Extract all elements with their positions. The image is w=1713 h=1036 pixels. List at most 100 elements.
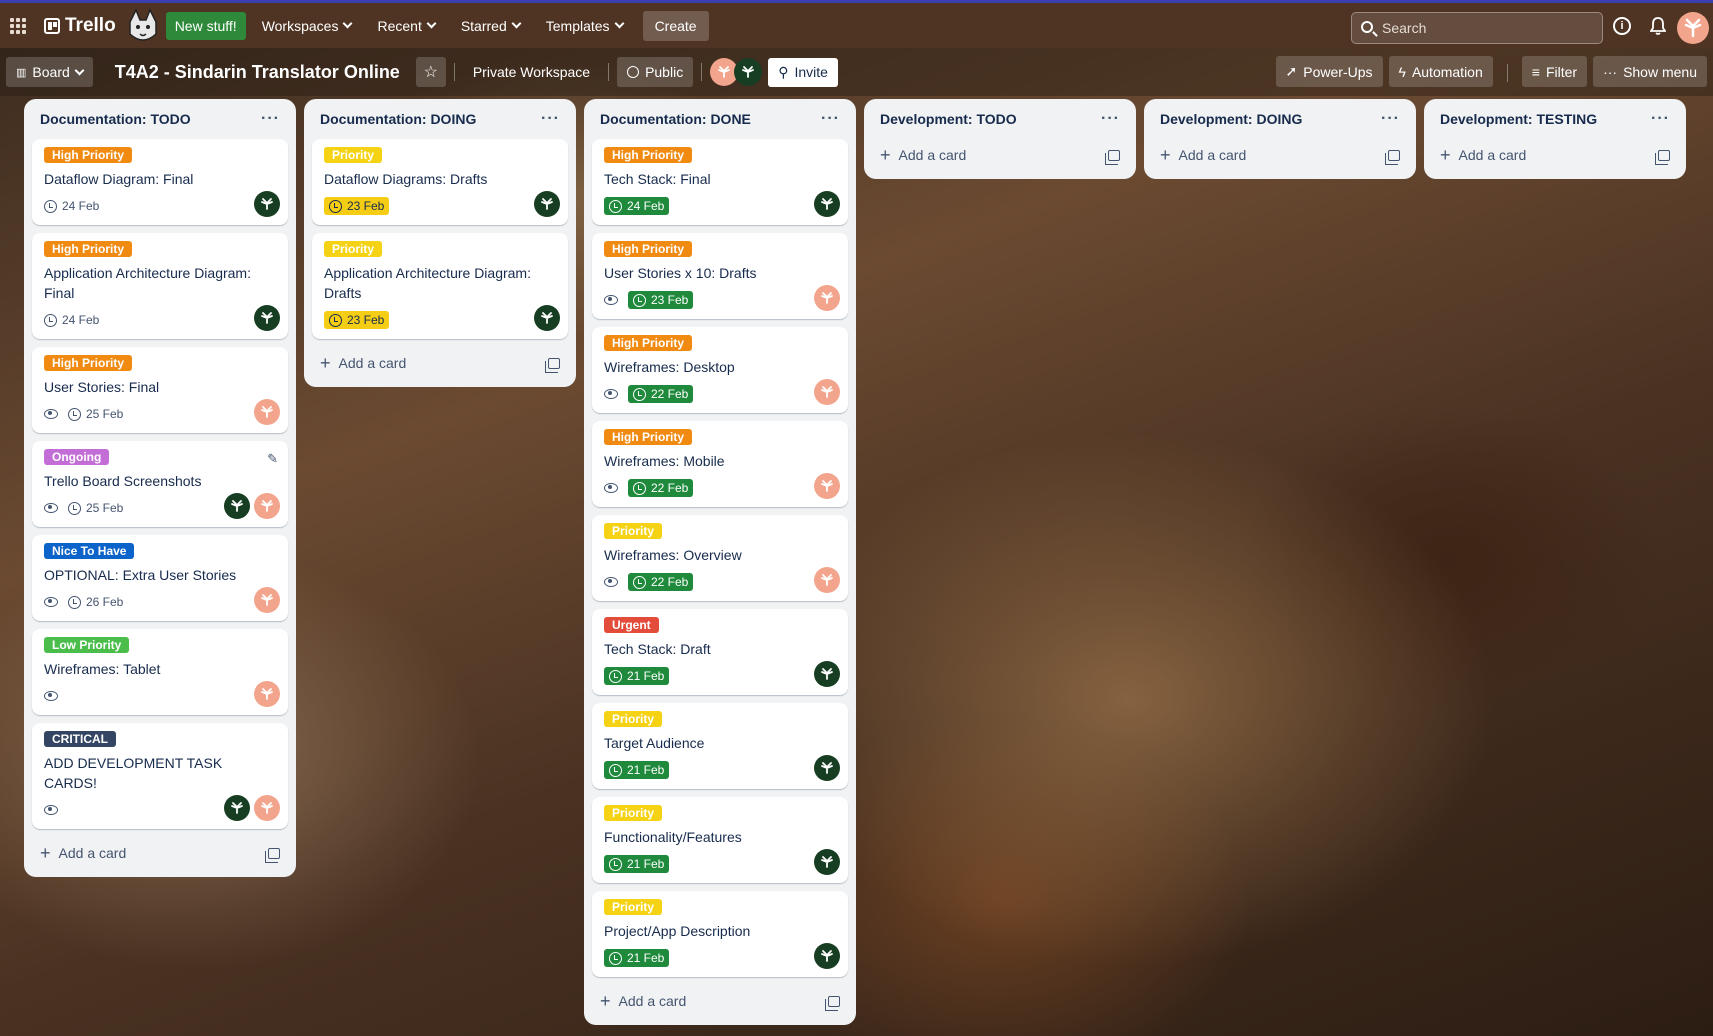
due-date-badge[interactable]: 21 Feb: [604, 667, 670, 685]
card[interactable]: High Priority Wireframes: Desktop 22 Feb: [592, 327, 848, 413]
list-title[interactable]: Documentation: DOING: [320, 111, 476, 127]
search-input[interactable]: Search: [1351, 12, 1603, 44]
due-date-badge[interactable]: 26 Feb: [68, 595, 123, 609]
card[interactable]: High Priority User Stories: Final 25 Feb: [32, 347, 288, 433]
card-template-icon[interactable]: [1385, 149, 1400, 165]
member-avatar[interactable]: [814, 285, 840, 311]
due-date-badge[interactable]: 21 Feb: [604, 761, 670, 779]
card[interactable]: Priority Application Architecture Diagram…: [312, 233, 568, 339]
filter-button[interactable]: ≡ Filter: [1521, 56, 1588, 87]
list-title[interactable]: Development: TODO: [880, 111, 1017, 127]
due-date-badge[interactable]: 25 Feb: [68, 407, 123, 421]
list-actions-icon[interactable]: ···: [1381, 110, 1400, 128]
show-menu-button[interactable]: ··· Show menu: [1593, 56, 1707, 87]
card-label[interactable]: Priority: [324, 241, 383, 257]
card-template-icon[interactable]: [1655, 149, 1670, 165]
invite-button[interactable]: ⚲ Invite: [768, 57, 838, 87]
card-label[interactable]: Low Priority: [44, 637, 130, 653]
list-title[interactable]: Development: DOING: [1160, 111, 1302, 127]
card-label[interactable]: High Priority: [604, 335, 693, 351]
card[interactable]: Priority Project/App Description 21 Feb: [592, 891, 848, 977]
user-avatar[interactable]: [1677, 12, 1709, 44]
card-label[interactable]: High Priority: [604, 429, 693, 445]
list-title[interactable]: Documentation: TODO: [40, 111, 191, 127]
member-avatar[interactable]: [814, 191, 840, 217]
member-avatar[interactable]: [814, 943, 840, 969]
list-title[interactable]: Documentation: DONE: [600, 111, 751, 127]
member-avatar[interactable]: [254, 493, 280, 519]
card-label[interactable]: CRITICAL: [44, 731, 116, 747]
add-card-button[interactable]: + Add a card: [872, 139, 1128, 171]
add-card-button[interactable]: + Add a card: [32, 837, 288, 869]
card-label[interactable]: Priority: [604, 899, 663, 915]
card-template-icon[interactable]: [1105, 149, 1120, 165]
board-title[interactable]: T4A2 - Sindarin Translator Online: [105, 56, 410, 89]
card-label[interactable]: High Priority: [604, 147, 693, 163]
card-template-icon[interactable]: [825, 995, 840, 1011]
due-date-badge[interactable]: 21 Feb: [604, 949, 670, 967]
board-view-switcher[interactable]: ▥ Board: [6, 57, 93, 87]
add-card-button[interactable]: + Add a card: [312, 347, 568, 379]
member-avatar[interactable]: [224, 795, 250, 821]
card[interactable]: Priority Target Audience 21 Feb: [592, 703, 848, 789]
member-avatar[interactable]: [814, 473, 840, 499]
card[interactable]: Low Priority Wireframes: Tablet: [32, 629, 288, 715]
member-avatar[interactable]: [814, 379, 840, 405]
card[interactable]: Priority Functionality/Features 21 Feb: [592, 797, 848, 883]
due-date-badge[interactable]: 21 Feb: [604, 855, 670, 873]
member-avatar[interactable]: [254, 399, 280, 425]
card-label[interactable]: Nice To Have: [44, 543, 135, 559]
card-label[interactable]: Priority: [324, 147, 383, 163]
recent-menu[interactable]: Recent: [367, 12, 444, 40]
member-avatar[interactable]: [534, 305, 560, 331]
member-avatar[interactable]: [254, 681, 280, 707]
member-avatar[interactable]: [254, 305, 280, 331]
list-title[interactable]: Development: TESTING: [1440, 111, 1597, 127]
member-avatar[interactable]: [814, 755, 840, 781]
workspace-visibility-button[interactable]: Private Workspace: [463, 57, 600, 87]
card[interactable]: High Priority Tech Stack: Final 24 Feb: [592, 139, 848, 225]
trello-logo[interactable]: Trello: [44, 15, 116, 37]
star-board-icon[interactable]: ☆: [415, 57, 446, 87]
card[interactable]: High Priority Wireframes: Mobile 22 Feb: [592, 421, 848, 507]
card[interactable]: High Priority Dataflow Diagram: Final 24 F…: [32, 139, 288, 225]
card-template-icon[interactable]: [545, 357, 560, 373]
power-ups-button[interactable]: ➚ Power-Ups: [1275, 56, 1383, 87]
card-label[interactable]: Priority: [604, 711, 663, 727]
due-date-badge[interactable]: 22 Feb: [628, 479, 694, 497]
list-actions-icon[interactable]: ···: [261, 110, 280, 128]
automation-button[interactable]: ϟ Automation: [1388, 56, 1493, 87]
due-date-badge[interactable]: 24 Feb: [44, 199, 99, 213]
add-card-button[interactable]: + Add a card: [592, 985, 848, 1017]
add-card-button[interactable]: + Add a card: [1152, 139, 1408, 171]
member-avatar[interactable]: [254, 587, 280, 613]
add-card-button[interactable]: + Add a card: [1432, 139, 1678, 171]
new-stuff-button[interactable]: New stuff!: [165, 11, 246, 40]
info-icon[interactable]: i: [1613, 17, 1631, 35]
card[interactable]: CRITICAL ADD DEVELOPMENT TASK CARDS!: [32, 723, 288, 829]
templates-menu[interactable]: Templates: [536, 12, 633, 40]
list-actions-icon[interactable]: ···: [541, 110, 560, 128]
member-avatar[interactable]: [814, 849, 840, 875]
member-avatar[interactable]: [534, 191, 560, 217]
card-label[interactable]: Priority: [604, 805, 663, 821]
card-template-icon[interactable]: [265, 847, 280, 863]
card-label[interactable]: High Priority: [44, 241, 133, 257]
card-label[interactable]: Urgent: [604, 617, 659, 633]
starred-menu[interactable]: Starred: [451, 12, 530, 40]
due-date-badge[interactable]: 22 Feb: [628, 385, 694, 403]
list-actions-icon[interactable]: ···: [1651, 110, 1670, 128]
workspaces-menu[interactable]: Workspaces: [252, 12, 362, 40]
due-date-badge[interactable]: 23 Feb: [628, 291, 694, 309]
card[interactable]: Nice To Have OPTIONAL: Extra User Stories…: [32, 535, 288, 621]
member-avatar[interactable]: [254, 191, 280, 217]
card[interactable]: Ongoing ✎ Trello Board Screenshots 25 Feb: [32, 441, 288, 527]
edit-icon[interactable]: ✎: [267, 451, 278, 467]
list-actions-icon[interactable]: ···: [1101, 110, 1120, 128]
card[interactable]: Urgent Tech Stack: Draft 21 Feb: [592, 609, 848, 695]
member-avatar[interactable]: [224, 493, 250, 519]
due-date-badge[interactable]: 23 Feb: [324, 311, 390, 329]
due-date-badge[interactable]: 24 Feb: [604, 197, 670, 215]
card[interactable]: Priority Wireframes: Overview 22 Feb: [592, 515, 848, 601]
member-avatar[interactable]: [254, 795, 280, 821]
